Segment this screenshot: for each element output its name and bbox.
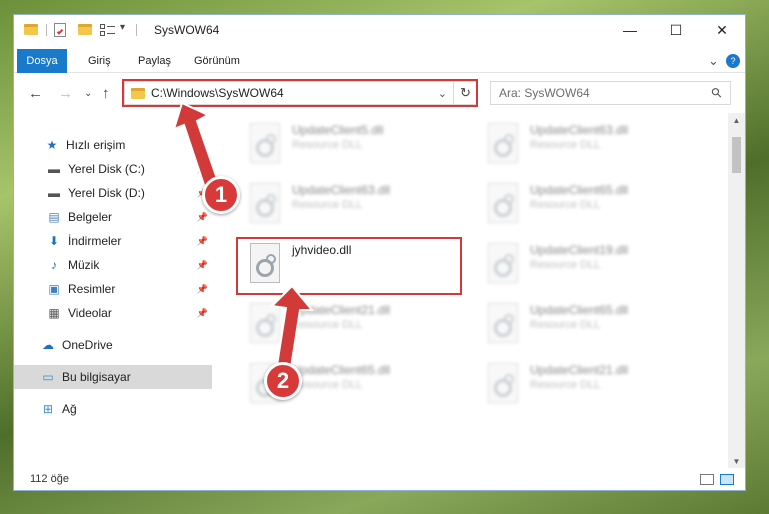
file-item[interactable]: UpdateClient21.dll Resource DLL: [480, 357, 708, 411]
step-badge-1: 1: [202, 176, 240, 214]
computer-icon: ▭: [42, 370, 54, 384]
search-box[interactable]: Ara: SysWOW64 ⚲: [490, 81, 731, 105]
help-icon[interactable]: ?: [726, 54, 740, 68]
tab-share[interactable]: Paylaş: [138, 49, 171, 73]
sidebar-item[interactable]: ♪ Müzik 📌: [14, 253, 212, 277]
customize-toolbar-icon[interactable]: ▾: [120, 22, 125, 38]
documents-icon: ▤: [48, 210, 60, 224]
file-name: UpdateClient5.dll: [292, 123, 384, 137]
sidebar-item-label: Resimler: [68, 282, 116, 296]
sidebar-item[interactable]: ⬇ İndirmeler 📌: [14, 229, 212, 253]
sidebar-item[interactable]: ▦ Videolar 📌: [14, 301, 212, 325]
back-button[interactable]: ←: [28, 85, 43, 102]
file-name: UpdateClient63.dll: [292, 183, 391, 197]
pin-icon[interactable]: 📌: [197, 308, 208, 319]
sidebar-item[interactable]: ▭ Bu bilgisayar: [14, 365, 212, 389]
file-type: Resource DLL: [530, 199, 601, 211]
file-type: Resource DLL: [530, 139, 601, 151]
dll-file-icon: [488, 183, 518, 223]
file-item[interactable]: UpdateClient5.dll Resource DLL: [242, 117, 470, 171]
file-item[interactable]: UpdateClient19.dll Resource DLL: [480, 237, 708, 291]
sidebar-item-label: Belgeler: [68, 210, 113, 224]
file-item[interactable]: UpdateClient65.dll Resource DLL: [480, 177, 708, 231]
sidebar-item-label: Hızlı erişim: [66, 138, 126, 152]
network-icon: ⊞: [42, 402, 54, 416]
sidebar-item-label: Yerel Disk (C:): [68, 162, 145, 176]
view-icon[interactable]: [100, 24, 116, 36]
download-icon: ⬇: [48, 234, 60, 248]
search-input[interactable]: Ara: SysWOW64: [499, 86, 712, 100]
dll-file-icon: [488, 303, 518, 343]
drive-icon: ▬: [48, 186, 60, 200]
item-count: 112 öğe: [30, 473, 69, 485]
pin-icon[interactable]: 📌: [197, 236, 208, 247]
divider: [136, 24, 137, 36]
ribbon-expand-icon[interactable]: ⌄: [708, 49, 719, 73]
dll-file-icon: [488, 123, 518, 163]
file-type: Resource DLL: [292, 139, 363, 151]
sidebar-item-label: Videolar: [68, 306, 112, 320]
sidebar-item-label: Ağ: [62, 402, 77, 416]
sidebar-item-label: İndirmeler: [68, 234, 122, 248]
scroll-down-icon[interactable]: ▼: [728, 454, 745, 468]
cloud-icon: ☁: [42, 338, 54, 352]
forward-button[interactable]: →: [58, 85, 73, 102]
file-type: Resource DLL: [530, 259, 601, 271]
drive-icon: ▬: [48, 162, 60, 176]
sidebar-item-label: OneDrive: [62, 338, 113, 352]
file-item[interactable]: UpdateClient63.dll Resource DLL: [242, 177, 470, 231]
star-icon: ★: [46, 138, 58, 152]
pin-icon[interactable]: 📌: [197, 212, 208, 223]
file-name: UpdateClient65.dll: [530, 303, 629, 317]
file-name: UpdateClient19.dll: [530, 243, 629, 257]
file-type: Resource DLL: [530, 319, 601, 331]
minimize-button[interactable]: —: [607, 15, 653, 45]
file-name: UpdateClient65.dll: [530, 183, 629, 197]
tab-file[interactable]: Dosya: [17, 49, 67, 73]
up-button[interactable]: ↑: [102, 85, 110, 102]
pin-icon[interactable]: 📌: [197, 260, 208, 271]
folder-icon: [24, 24, 38, 35]
sidebar-item[interactable]: ▣ Resimler 📌: [14, 277, 212, 301]
recent-locations-button[interactable]: ⌄: [84, 88, 92, 99]
dll-file-icon: [250, 183, 280, 223]
sidebar-item[interactable]: ☁ OneDrive: [14, 333, 212, 357]
sidebar-item[interactable]: ⊞ Ağ: [14, 397, 212, 421]
sidebar-item-label: Müzik: [68, 258, 100, 272]
file-type: Resource DLL: [292, 199, 363, 211]
sidebar-item[interactable]: ▤ Belgeler 📌: [14, 205, 212, 229]
file-type: Resource DLL: [530, 379, 601, 391]
scroll-up-icon[interactable]: ▲: [728, 113, 745, 127]
sidebar-item-label: Bu bilgisayar: [62, 370, 131, 384]
videos-icon: ▦: [48, 306, 60, 320]
file-item[interactable]: UpdateClient65.dll Resource DLL: [480, 297, 708, 351]
maximize-button[interactable]: ☐: [653, 15, 699, 45]
pin-icon[interactable]: 📌: [197, 284, 208, 295]
scroll-thumb[interactable]: [732, 137, 741, 173]
file-item[interactable]: UpdateClient63.dll Resource DLL: [480, 117, 708, 171]
vertical-scrollbar[interactable]: ▲ ▼: [728, 113, 745, 468]
file-name: UpdateClient63.dll: [530, 123, 629, 137]
status-bar: 112 öğe: [14, 470, 745, 490]
pictures-icon: ▣: [48, 282, 60, 296]
ribbon: Dosya Giriş Paylaş Görünüm ⌄ ?: [14, 49, 745, 73]
details-view-icon[interactable]: [700, 474, 714, 485]
large-icons-view-icon[interactable]: [720, 474, 734, 485]
close-button[interactable]: ✕: [699, 15, 745, 45]
window-title: SysWOW64: [154, 23, 220, 37]
title-bar: ▾ SysWOW64 — ☐ ✕: [14, 15, 745, 45]
dll-file-icon: [488, 363, 518, 403]
dll-file-icon: [250, 123, 280, 163]
properties-icon[interactable]: [54, 23, 66, 37]
dll-file-icon: [488, 243, 518, 283]
step-badge-2: 2: [264, 362, 302, 400]
sidebar-item-label: Yerel Disk (D:): [68, 186, 145, 200]
new-folder-icon[interactable]: [78, 24, 92, 35]
tab-home[interactable]: Giriş: [88, 49, 111, 73]
tab-view[interactable]: Görünüm: [194, 49, 240, 73]
music-icon: ♪: [51, 258, 57, 272]
divider: [46, 24, 47, 36]
file-name: UpdateClient21.dll: [530, 363, 629, 377]
